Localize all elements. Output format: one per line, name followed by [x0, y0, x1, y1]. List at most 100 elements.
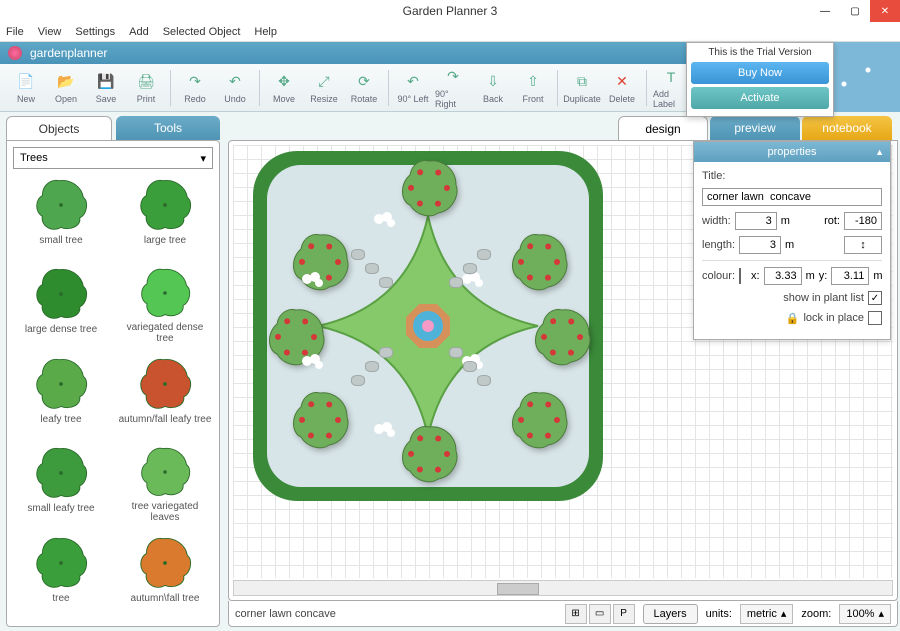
- new-button[interactable]: 📄New: [8, 67, 44, 109]
- horizontal-scrollbar[interactable]: [233, 580, 893, 596]
- snap-p-icon[interactable]: P: [613, 604, 635, 624]
- stepping-stone: [365, 361, 379, 372]
- menu-help[interactable]: Help: [254, 26, 277, 38]
- tab-tools[interactable]: Tools: [116, 116, 220, 140]
- zoom-select[interactable]: 100% ▴: [839, 604, 891, 624]
- object-large-tree[interactable]: large tree: [117, 177, 213, 255]
- x-input[interactable]: [764, 267, 802, 285]
- selected-object-label: corner lawn concave: [235, 608, 336, 620]
- tab-preview[interactable]: preview: [710, 116, 800, 140]
- duplicate-button[interactable]: ⧉Duplicate: [564, 67, 600, 109]
- object-label: tree: [52, 593, 69, 604]
- chevron-down-icon: ▾: [200, 152, 206, 165]
- width-input[interactable]: [735, 212, 777, 230]
- colour-swatch[interactable]: [739, 268, 741, 284]
- y-input[interactable]: [831, 267, 869, 285]
- right90-button[interactable]: ↷90° Right: [435, 67, 471, 109]
- category-select[interactable]: Trees ▾: [13, 147, 213, 169]
- left90-button[interactable]: ↶90° Left: [395, 67, 431, 109]
- length-input[interactable]: [739, 236, 781, 254]
- bush[interactable]: [398, 423, 460, 485]
- tab-design[interactable]: design: [618, 116, 708, 140]
- width-label: width:: [702, 215, 731, 227]
- object-autumn-fall-tree[interactable]: autumn\fall tree: [117, 535, 213, 613]
- center-pane: design preview notebook properties ▲ Tit…: [226, 112, 900, 631]
- menu-selected-object[interactable]: Selected Object: [163, 26, 241, 38]
- object-grid: small treelarge treelarge dense treevari…: [13, 177, 213, 620]
- front-label: Front: [522, 94, 543, 104]
- show-plant-list-checkbox[interactable]: ✓: [868, 291, 882, 305]
- title-input[interactable]: [702, 188, 882, 206]
- redo-label: Redo: [184, 94, 206, 104]
- bush[interactable]: [289, 389, 351, 451]
- properties-header[interactable]: properties ▲: [694, 142, 890, 162]
- back-button[interactable]: ⇩Back: [475, 67, 511, 109]
- collapse-icon[interactable]: ▲: [875, 147, 884, 157]
- redo-button[interactable]: ↷Redo: [177, 67, 213, 109]
- resize-button[interactable]: ⤢Resize: [306, 67, 342, 109]
- stepping-stone: [365, 263, 379, 274]
- addlabel-button[interactable]: TAdd Label: [653, 67, 689, 109]
- activate-button[interactable]: Activate: [691, 87, 829, 109]
- menu-view[interactable]: View: [38, 26, 62, 38]
- new-icon: 📄: [16, 72, 36, 92]
- flower-tuft: [301, 269, 325, 289]
- lock-in-place-checkbox[interactable]: [868, 311, 882, 325]
- bush[interactable]: [508, 231, 570, 293]
- object-leafy-tree[interactable]: leafy tree: [13, 356, 109, 434]
- snap-buttons: ⊞ ▭ P: [565, 604, 635, 624]
- open-button[interactable]: 📂Open: [48, 67, 84, 109]
- fountain[interactable]: [406, 304, 450, 348]
- object-tree[interactable]: tree: [13, 535, 109, 613]
- window-buttons: — ▢ ✕: [810, 0, 900, 22]
- menu-file[interactable]: File: [6, 26, 24, 38]
- menu-add[interactable]: Add: [129, 26, 149, 38]
- object-tree-variegated-leaves[interactable]: tree variegated leaves: [117, 445, 213, 523]
- undo-label: Undo: [224, 94, 246, 104]
- rotate-handle-icon[interactable]: ↕: [844, 236, 882, 254]
- chevron-updown-icon: ▴: [878, 607, 884, 620]
- object-small-tree[interactable]: small tree: [13, 177, 109, 255]
- print-label: Print: [137, 94, 156, 104]
- snap-ruler-icon[interactable]: ▭: [589, 604, 611, 624]
- object-label: tree variegated leaves: [117, 501, 213, 523]
- rot-input[interactable]: [844, 212, 882, 230]
- menu-settings[interactable]: Settings: [75, 26, 115, 38]
- layers-button[interactable]: Layers: [643, 604, 698, 624]
- rot-label: rot:: [824, 215, 840, 227]
- y-unit: m: [873, 270, 882, 282]
- garden-bed[interactable]: [253, 151, 603, 501]
- object-variegated-dense-tree[interactable]: variegated dense tree: [117, 266, 213, 344]
- front-button[interactable]: ⇧Front: [515, 67, 551, 109]
- save-button[interactable]: 💾Save: [88, 67, 124, 109]
- object-large-dense-tree[interactable]: large dense tree: [13, 266, 109, 344]
- lock-icon: 🔒: [786, 312, 800, 325]
- left-pane: Objects Tools Trees ▾ small treelarge tr…: [0, 112, 226, 631]
- bush[interactable]: [398, 157, 460, 219]
- right90-icon: ↷: [443, 67, 463, 87]
- bush[interactable]: [508, 389, 570, 451]
- rotate-button[interactable]: ⟳Rotate: [346, 67, 382, 109]
- titlebar: Garden Planner 3 — ▢ ✕: [0, 0, 900, 22]
- minimize-button[interactable]: —: [810, 0, 840, 22]
- delete-button[interactable]: ✕Delete: [604, 67, 640, 109]
- close-button[interactable]: ✕: [870, 0, 900, 22]
- tab-notebook[interactable]: notebook: [802, 116, 892, 140]
- undo-button[interactable]: ↶Undo: [217, 67, 253, 109]
- brand-label: gardenplanner: [30, 46, 107, 60]
- resize-icon: ⤢: [314, 72, 334, 92]
- properties-title: properties: [768, 146, 817, 158]
- move-button[interactable]: ✥Move: [266, 67, 302, 109]
- tab-objects[interactable]: Objects: [6, 116, 112, 140]
- zoom-label: zoom:: [801, 608, 831, 620]
- object-autumn-fall-leafy-tree[interactable]: autumn/fall leafy tree: [117, 356, 213, 434]
- buy-now-button[interactable]: Buy Now: [691, 62, 829, 84]
- colour-label: colour:: [702, 270, 735, 282]
- object-label: autumn/fall leafy tree: [119, 414, 212, 425]
- print-button[interactable]: 🖨Print: [128, 67, 164, 109]
- bush[interactable]: [531, 306, 593, 368]
- units-select[interactable]: metric ▴: [740, 604, 793, 624]
- snap-grid-icon[interactable]: ⊞: [565, 604, 587, 624]
- maximize-button[interactable]: ▢: [840, 0, 870, 22]
- object-small-leafy-tree[interactable]: small leafy tree: [13, 445, 109, 523]
